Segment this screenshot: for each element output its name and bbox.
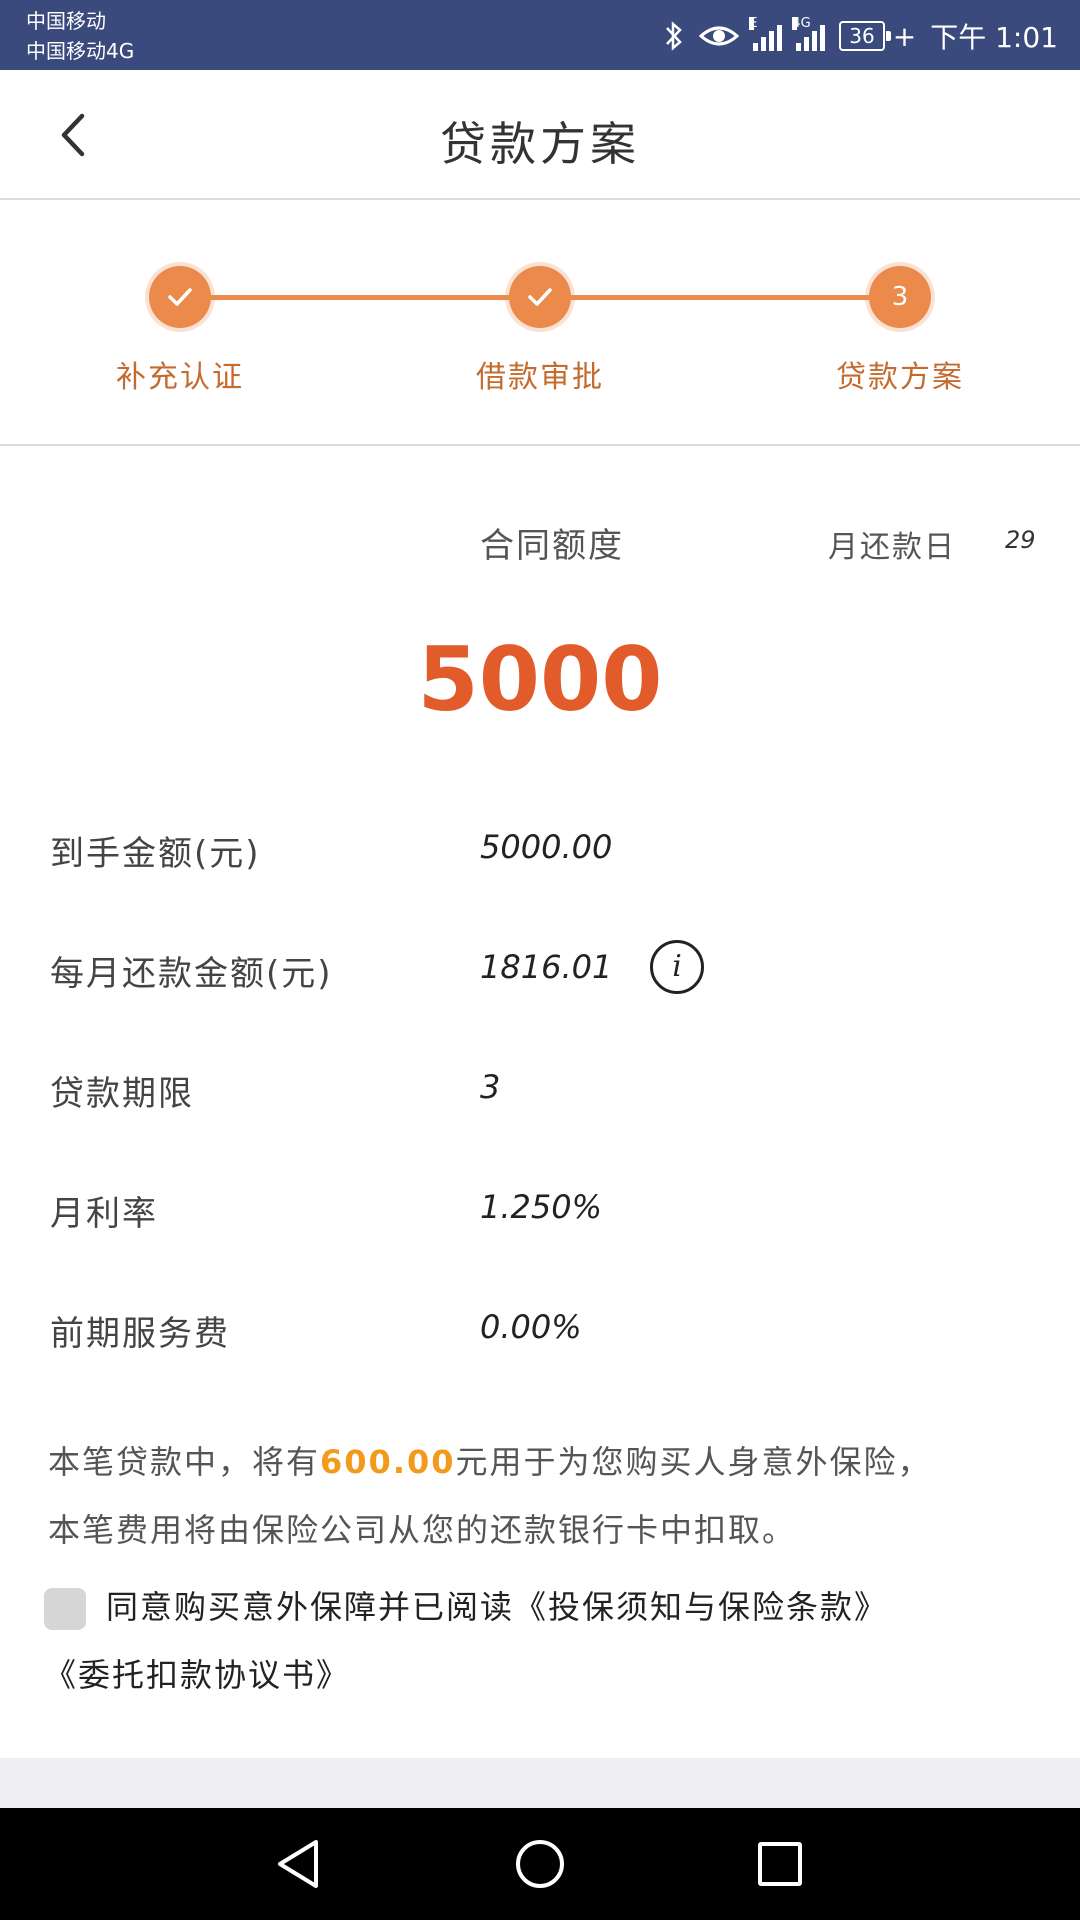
system-home-icon[interactable] — [516, 1840, 564, 1888]
notice-text: 元用于为您购买人身意外保险， — [455, 1443, 932, 1481]
check-icon — [509, 266, 571, 328]
repay-day-label: 月还款日 — [828, 530, 956, 565]
row-service-fee: 前期服务费 0.00% — [50, 1306, 1030, 1366]
contract-amount-label: 合同额度 — [480, 526, 624, 566]
check-icon — [149, 266, 211, 328]
system-recents-icon[interactable] — [758, 1842, 802, 1886]
row-label: 贷款期限 — [50, 1074, 194, 1114]
row-received-amount: 到手金额(元) 5000.00 — [50, 826, 1030, 886]
step-loan-plan: 3 贷款方案 — [790, 266, 1010, 396]
step-label: 补充认证 — [116, 360, 244, 395]
contract-amount-value: 5000 — [417, 628, 663, 731]
carrier-secondary: 中国移动4G — [26, 39, 135, 63]
progress-steps: 补充认证 借款审批 3 贷款方案 — [0, 200, 1080, 446]
notice-text: 本笔贷款中，将有 — [48, 1443, 321, 1481]
status-icons: E 4G 36 + 下午 1:01 — [663, 16, 1058, 56]
row-value: 1.250% — [480, 1188, 603, 1226]
insurance-notice: 本笔贷款中，将有600.00元用于为您购买人身意外保险， 本笔费用将由保险公司从… — [48, 1428, 1038, 1564]
row-monthly-repayment: 每月还款金额(元) 1816.01 i — [50, 940, 1030, 1006]
step-supplement-auth: 补充认证 — [70, 266, 290, 396]
signal-strength-icon: E — [749, 17, 783, 51]
row-value: 0.00% — [480, 1308, 582, 1346]
row-value: 5000.00 — [480, 828, 613, 866]
step-label: 贷款方案 — [836, 360, 964, 395]
bottom-strip — [0, 1758, 1080, 1808]
battery-icon: 36 — [839, 21, 892, 51]
charging-icon: + — [892, 19, 917, 53]
info-icon[interactable]: i — [650, 940, 704, 994]
row-value: 3 — [480, 1068, 501, 1106]
row-monthly-rate: 月利率 1.250% — [50, 1186, 1030, 1246]
page-title: 贷款方案 — [440, 117, 640, 171]
step-label: 借款审批 — [476, 360, 604, 395]
carrier-primary: 中国移动 — [26, 9, 106, 33]
network-type-label: 4G — [792, 16, 811, 31]
row-label: 前期服务费 — [50, 1314, 230, 1354]
row-value: 1816.01 — [480, 948, 613, 986]
insurance-amount: 600.00 — [320, 1443, 456, 1481]
bluetooth-icon — [666, 21, 683, 51]
row-label: 每月还款金额(元) — [50, 954, 333, 994]
eye-icon — [699, 26, 740, 46]
status-time: 下午 1:01 — [930, 21, 1058, 54]
row-label: 月利率 — [50, 1194, 158, 1234]
agreement-text[interactable]: 同意购买意外保障并已阅读《投保须知与保险条款》 — [106, 1582, 888, 1628]
step-loan-approval: 借款审批 — [430, 266, 650, 396]
status-bar: 中国移动 中国移动4G E 4G 36 + 下午 1:01 — [0, 0, 1080, 70]
row-label: 到手金额(元) — [50, 834, 261, 874]
loan-plan-panel: 合同额度 月还款日 29 5000 到手金额(元) 5000.00 每月还款金额… — [0, 448, 1080, 1758]
row-loan-term: 贷款期限 3 — [50, 1066, 1030, 1126]
repay-day-value: 29 — [1005, 526, 1036, 554]
notice-text: 本笔费用将由保险公司从您的还款银行卡中扣取。 — [48, 1511, 797, 1549]
agreement-link-deduction[interactable]: 《委托扣款协议书》 — [44, 1650, 350, 1696]
signal-strength-icon: 4G — [792, 17, 826, 51]
step-number: 3 — [869, 266, 931, 328]
agree-checkbox[interactable] — [44, 1588, 86, 1630]
system-back-icon[interactable] — [274, 1838, 322, 1890]
network-type-label: E — [749, 16, 758, 31]
system-nav-bar — [0, 1808, 1080, 1920]
nav-bar: 贷款方案 — [0, 70, 1080, 200]
